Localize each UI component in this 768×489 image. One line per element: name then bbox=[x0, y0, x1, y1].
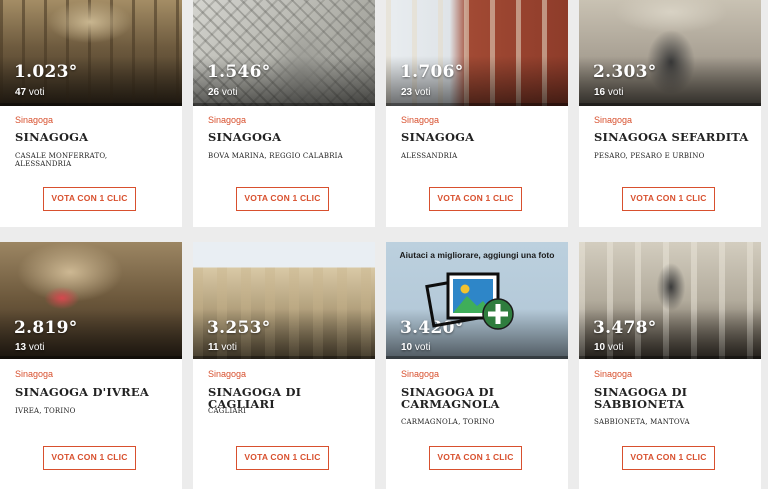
category-label: Sinagoga bbox=[15, 369, 54, 379]
add-photo-icon[interactable] bbox=[420, 268, 530, 350]
place-name[interactable]: SINAGOGA bbox=[401, 131, 561, 143]
place-card[interactable]: 1.023° 47 voti Sinagoga SINAGOGA CASALE … bbox=[0, 0, 182, 227]
category-label: Sinagoga bbox=[401, 369, 440, 379]
ranking-position: 1.706° bbox=[400, 62, 464, 82]
place-location: CAGLIARI bbox=[208, 407, 247, 415]
add-photo-prompt: Aiutaci a migliorare, aggiungi una foto bbox=[399, 250, 555, 260]
vote-count: 11 voti bbox=[208, 342, 237, 353]
vote-button[interactable]: VOTA CON 1 CLIC bbox=[43, 446, 136, 470]
place-name[interactable]: SINAGOGA SEFARDITA bbox=[594, 131, 754, 143]
category-label: Sinagoga bbox=[594, 369, 633, 379]
place-card[interactable]: 3.253° 11 voti Sinagoga SINAGOGA DI CAGL… bbox=[193, 242, 375, 489]
vote-button[interactable]: VOTA CON 1 CLIC bbox=[622, 446, 715, 470]
place-location: CASALE MONFERRATO, ALESSANDRIA bbox=[15, 152, 108, 168]
place-name[interactable]: SINAGOGA bbox=[208, 131, 368, 143]
place-location: SABBIONETA, MANTOVA bbox=[594, 418, 690, 426]
place-name[interactable]: SINAGOGA bbox=[15, 131, 175, 143]
place-name[interactable]: SINAGOGA DI CARMAGNOLA bbox=[401, 386, 521, 410]
vote-count: 10 voti bbox=[594, 342, 624, 353]
vote-count: 47 voti bbox=[15, 87, 45, 98]
place-location: BOVA MARINA, REGGIO CALABRIA bbox=[208, 152, 343, 160]
vote-count: 26 voti bbox=[208, 87, 238, 98]
vote-count: 23 voti bbox=[401, 87, 431, 98]
ranking-position: 3.478° bbox=[593, 318, 657, 338]
place-location: PESARO, PESARO E URBINO bbox=[594, 152, 705, 160]
vote-button[interactable]: VOTA CON 1 CLIC bbox=[622, 187, 715, 211]
ranking-position: 3.253° bbox=[207, 318, 271, 338]
vote-button[interactable]: VOTA CON 1 CLIC bbox=[429, 446, 522, 470]
category-label: Sinagoga bbox=[401, 115, 440, 125]
vote-button[interactable]: VOTA CON 1 CLIC bbox=[43, 187, 136, 211]
ranking-position: 1.546° bbox=[207, 62, 271, 82]
place-location: CARMAGNOLA, TORINO bbox=[401, 418, 495, 426]
category-label: Sinagoga bbox=[15, 115, 54, 125]
place-card[interactable]: 3.478° 10 voti Sinagoga SINAGOGA DI SABB… bbox=[579, 242, 761, 489]
vote-count: 13 voti bbox=[15, 342, 45, 353]
ranking-position: 1.023° bbox=[14, 62, 78, 82]
vote-button[interactable]: VOTA CON 1 CLIC bbox=[236, 446, 329, 470]
ranking-position: 2.819° bbox=[14, 318, 78, 338]
place-card[interactable]: 2.303° 16 voti Sinagoga SINAGOGA SEFARDI… bbox=[579, 0, 761, 227]
category-label: Sinagoga bbox=[594, 115, 633, 125]
vote-button[interactable]: VOTA CON 1 CLIC bbox=[236, 187, 329, 211]
place-card[interactable]: 1.706° 23 voti Sinagoga SINAGOGA ALESSAN… bbox=[386, 0, 568, 227]
vote-button[interactable]: VOTA CON 1 CLIC bbox=[429, 187, 522, 211]
ranking-position: 2.303° bbox=[593, 62, 657, 82]
place-location: IVREA, TORINO bbox=[15, 407, 76, 415]
place-card[interactable]: 2.819° 13 voti Sinagoga SINAGOGA D'IVREA… bbox=[0, 242, 182, 489]
vote-count: 16 voti bbox=[594, 87, 624, 98]
place-location: ALESSANDRIA bbox=[401, 152, 458, 160]
place-card[interactable]: Aiutaci a migliorare, aggiungi una foto … bbox=[386, 242, 568, 489]
place-name[interactable]: SINAGOGA DI SABBIONETA bbox=[594, 386, 714, 410]
place-card[interactable]: 1.546° 26 voti Sinagoga SINAGOGA BOVA MA… bbox=[193, 0, 375, 227]
category-label: Sinagoga bbox=[208, 369, 247, 379]
place-name[interactable]: SINAGOGA D'IVREA bbox=[15, 386, 175, 398]
category-label: Sinagoga bbox=[208, 115, 247, 125]
